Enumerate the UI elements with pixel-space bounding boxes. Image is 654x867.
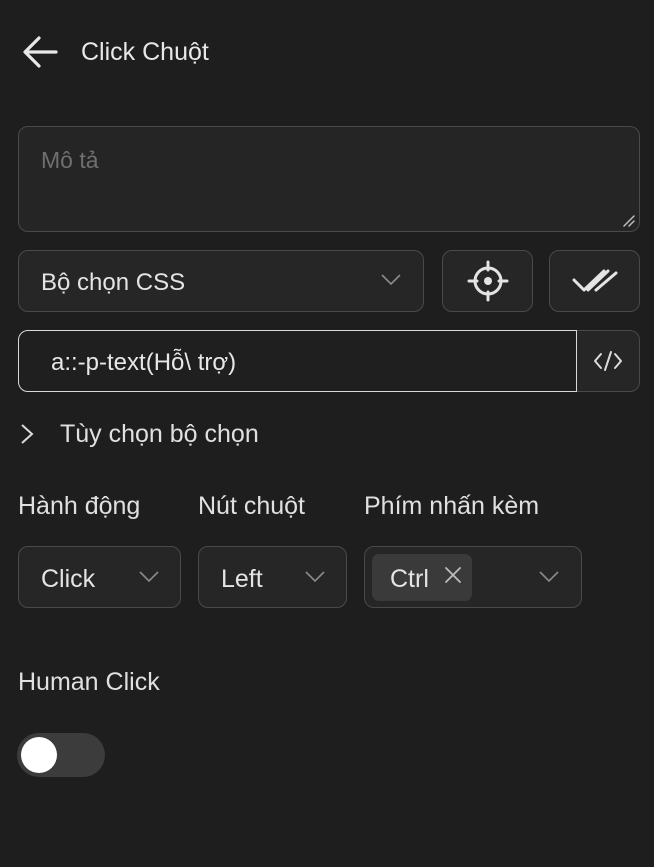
- modifier-keys-label: Phím nhấn kèm: [364, 492, 540, 520]
- modifier-keys-select[interactable]: Ctrl: [364, 546, 582, 608]
- close-icon[interactable]: [444, 566, 462, 584]
- selector-type-value: Bộ chọn CSS: [41, 269, 186, 296]
- pick-element-button[interactable]: [442, 250, 533, 312]
- code-icon: [594, 351, 622, 371]
- arrow-left-icon: [23, 36, 58, 68]
- css-selector-value: a::-p-text(Hỗ\ trợ): [51, 349, 237, 376]
- verify-selector-button[interactable]: [549, 250, 640, 312]
- selector-options-label: Tùy chọn bộ chọn: [60, 419, 259, 448]
- mouse-button-select[interactable]: Left: [198, 546, 347, 608]
- description-placeholder: Mô tả: [41, 147, 99, 173]
- page-title: Click Chuột: [81, 37, 209, 66]
- click-mouse-panel: Click Chuột Mô tả Bộ chọn CSS a::-p-text…: [0, 0, 654, 867]
- resize-handle-icon[interactable]: [621, 213, 635, 227]
- description-textarea[interactable]: Mô tả: [18, 126, 640, 232]
- action-select[interactable]: Click: [18, 546, 181, 608]
- selector-row: Bộ chọn CSS: [18, 250, 640, 312]
- action-label: Hành động: [18, 492, 141, 520]
- chevron-down-icon: [539, 571, 559, 583]
- back-button[interactable]: [22, 30, 62, 74]
- human-click-toggle[interactable]: [17, 733, 105, 777]
- selector-type-select[interactable]: Bộ chọn CSS: [18, 250, 424, 312]
- css-selector-field: a::-p-text(Hỗ\ trợ): [18, 330, 640, 392]
- modifier-tag-label: Ctrl: [390, 565, 429, 593]
- chevron-down-icon: [305, 571, 325, 583]
- modifier-tag: Ctrl: [372, 554, 472, 601]
- double-check-icon: [572, 269, 617, 292]
- css-selector-input[interactable]: a::-p-text(Hỗ\ trợ): [18, 330, 577, 392]
- selector-options-toggle[interactable]: Tùy chọn bộ chọn: [20, 414, 259, 454]
- action-value: Click: [41, 565, 96, 593]
- crosshair-icon: [467, 260, 508, 302]
- chevron-right-icon: [21, 424, 34, 444]
- code-editor-button[interactable]: [577, 330, 640, 392]
- chevron-down-icon: [139, 571, 159, 583]
- mouse-button-label: Nút chuột: [198, 492, 306, 520]
- toggle-knob: [21, 737, 57, 773]
- mouse-button-value: Left: [221, 565, 263, 593]
- panel-header: Click Chuột: [22, 30, 209, 74]
- human-click-label: Human Click: [18, 668, 160, 696]
- chevron-down-icon: [381, 274, 401, 286]
